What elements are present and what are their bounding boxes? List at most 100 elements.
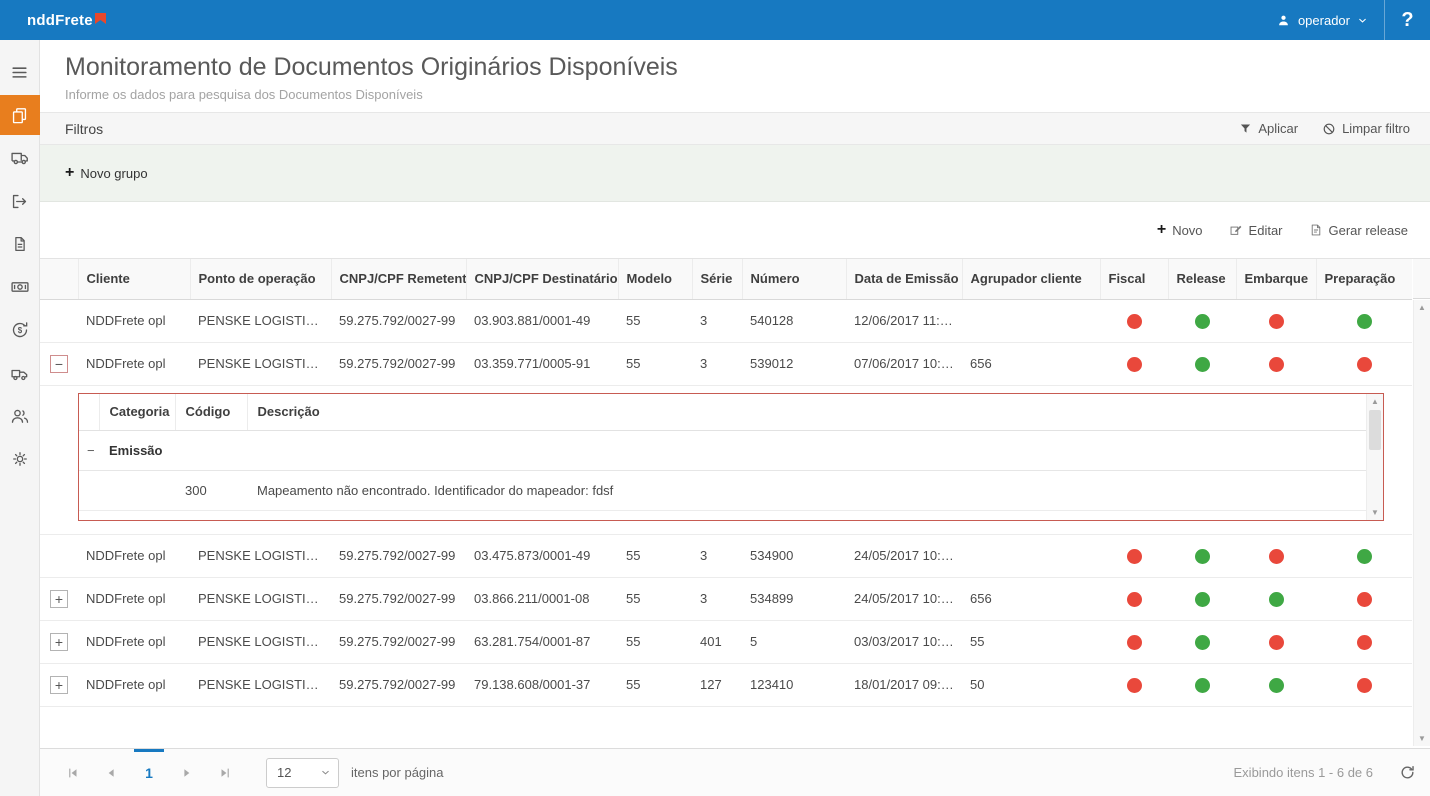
clear-filter-button[interactable]: Limpar filtro: [1322, 121, 1410, 136]
pager-last-button[interactable]: [206, 749, 244, 796]
cell-fiscal-status: [1100, 299, 1168, 342]
expand-cell: +: [40, 620, 78, 663]
col-header-cnpj-cpf-remetente[interactable]: CNPJ/CPF Remetente: [331, 259, 466, 299]
cell-data-de-emissao: 12/06/2017 11:19: [846, 299, 962, 342]
sidebar-item-file[interactable]: [0, 224, 40, 264]
col-header-release[interactable]: Release: [1168, 259, 1236, 299]
detail-cell-codigo: 300: [175, 471, 247, 511]
col-header-serie[interactable]: Série: [692, 259, 742, 299]
plus-icon: +: [1157, 222, 1166, 238]
cell-preparacao-status: [1316, 299, 1412, 342]
cell-cliente: NDDFrete opl: [78, 342, 190, 385]
cell-release-status: [1168, 342, 1236, 385]
sidebar-menu-toggle[interactable]: [0, 52, 40, 92]
col-header-cnpj-cpf-destinatario[interactable]: CNPJ/CPF Destinatário: [466, 259, 618, 299]
cell-agrupador-cliente: 656: [962, 342, 1100, 385]
refresh-button[interactable]: [1399, 764, 1416, 781]
table-row[interactable]: +NDDFrete oplPENSKE LOGISTICS CAJ...59.2…: [40, 663, 1412, 706]
col-header-preparacao[interactable]: Preparação: [1316, 259, 1412, 299]
collapse-row-button[interactable]: −: [50, 355, 68, 373]
sidebar-item-users[interactable]: [0, 396, 40, 436]
detail-col-categoria[interactable]: Categoria: [99, 394, 175, 431]
col-header-cliente[interactable]: Cliente: [78, 259, 190, 299]
page-subtitle: Informe os dados para pesquisa dos Docum…: [65, 87, 1406, 102]
col-header-fiscal[interactable]: Fiscal: [1100, 259, 1168, 299]
table-row[interactable]: +NDDFrete oplPENSKE LOGISTICS CAJ...59.2…: [40, 620, 1412, 663]
pager-prev-button[interactable]: [92, 749, 130, 796]
apply-filter-button[interactable]: Aplicar: [1239, 121, 1298, 136]
refresh-icon: [1399, 764, 1416, 781]
detail-scrollbar-thumb[interactable]: [1369, 410, 1381, 450]
embarque-red-status-dot: [1269, 635, 1284, 650]
cell-fiscal-status: [1100, 663, 1168, 706]
detail-col-descricao[interactable]: Descrição: [247, 394, 1366, 431]
scroll-down-icon[interactable]: ▼: [1367, 508, 1383, 517]
cell-cnpj-cpf-destinatario: 03.359.771/0005-91: [466, 342, 618, 385]
cell-release-status: [1168, 534, 1236, 577]
pager-first-button[interactable]: [54, 749, 92, 796]
generate-release-button[interactable]: Gerar release: [1309, 223, 1408, 238]
cell-cliente: NDDFrete opl: [78, 299, 190, 342]
sidebar-item-currency-cycle[interactable]: $: [0, 310, 40, 350]
scroll-up-icon[interactable]: ▲: [1367, 397, 1383, 406]
cell-modelo: 55: [618, 663, 692, 706]
user-menu-label: operador: [1298, 13, 1350, 28]
edit-button[interactable]: Editar: [1229, 223, 1283, 238]
grid-vertical-scrollbar[interactable]: ▲ ▼: [1413, 300, 1430, 746]
expand-cell: +: [40, 663, 78, 706]
cell-preparacao-status: [1316, 620, 1412, 663]
table-row[interactable]: +NDDFrete oplPENSKE LOGISTICS CAJ...59.2…: [40, 577, 1412, 620]
release-green-status-dot: [1195, 592, 1210, 607]
col-header-ponto-de-operacao[interactable]: Ponto de operação: [190, 259, 331, 299]
cell-serie: 3: [692, 342, 742, 385]
collapse-group-button[interactable]: −: [87, 443, 101, 458]
fiscal-red-status-dot: [1127, 592, 1142, 607]
table-row[interactable]: NDDFrete oplPENSKE LOGISTICS CAJ...59.27…: [40, 299, 1412, 342]
col-header-embarque[interactable]: Embarque: [1236, 259, 1316, 299]
detail-col-codigo[interactable]: Código: [175, 394, 247, 431]
main-content: Monitoramento de Documentos Originários …: [40, 40, 1430, 796]
cell-cnpj-cpf-remetente: 59.275.792/0027-99: [331, 299, 466, 342]
cell-agrupador-cliente: [962, 534, 1100, 577]
detail-vertical-scrollbar[interactable]: ▲ ▼: [1366, 394, 1383, 520]
help-button[interactable]: ?: [1384, 0, 1430, 40]
pager-page-1[interactable]: 1: [130, 749, 168, 796]
logo-flag-icon: [95, 13, 106, 24]
page-size-dropdown[interactable]: 12: [266, 758, 339, 788]
cell-cliente: NDDFrete opl: [78, 620, 190, 663]
sidebar-item-exit[interactable]: [0, 181, 40, 221]
sidebar-item-cargo-truck[interactable]: [0, 353, 40, 393]
fiscal-red-status-dot: [1127, 678, 1142, 693]
cell-fiscal-status: [1100, 577, 1168, 620]
col-header-modelo[interactable]: Modelo: [618, 259, 692, 299]
sidebar-item-truck[interactable]: [0, 138, 40, 178]
sidebar-item-settings[interactable]: [0, 439, 40, 479]
scroll-up-icon[interactable]: ▲: [1414, 303, 1430, 312]
expand-row-button[interactable]: +: [50, 590, 68, 608]
col-header-data-de-emissao[interactable]: Data de Emissão↓: [846, 259, 962, 299]
sidebar-item-banknote[interactable]: [0, 267, 40, 307]
expand-row-button[interactable]: +: [50, 676, 68, 694]
col-header-agrupador-cliente[interactable]: Agrupador cliente: [962, 259, 1100, 299]
detail-data-row[interactable]: 300 Mapeamento não encontrado. Identific…: [79, 471, 1366, 511]
expand-row-button[interactable]: +: [50, 633, 68, 651]
table-row[interactable]: −NDDFrete oplPENSKE LOGISTICS CAJ...59.2…: [40, 342, 1412, 385]
pager-next-button[interactable]: [168, 749, 206, 796]
clear-filter-label: Limpar filtro: [1342, 121, 1410, 136]
table-row[interactable]: NDDFrete oplPENSKE LOGISTICS CAJ...59.27…: [40, 534, 1412, 577]
new-group-button[interactable]: + Novo grupo: [65, 165, 148, 181]
new-button[interactable]: + Novo: [1157, 222, 1203, 238]
preparacao-red-status-dot: [1357, 357, 1372, 372]
sidebar-item-documents[interactable]: [0, 95, 40, 135]
cell-cnpj-cpf-remetente: 59.275.792/0027-99: [331, 534, 466, 577]
app-window: nddFrete operador ?: [0, 0, 1430, 796]
row-detail-panel: Categoria Código Descrição −Emissão 300 …: [78, 393, 1384, 521]
cell-cnpj-cpf-destinatario: 03.903.881/0001-49: [466, 299, 618, 342]
user-menu[interactable]: operador: [1260, 0, 1384, 40]
file-icon: [11, 235, 29, 253]
cell-agrupador-cliente: 656: [962, 577, 1100, 620]
embarque-red-status-dot: [1269, 357, 1284, 372]
col-header-numero[interactable]: Número: [742, 259, 846, 299]
cell-numero: 123410: [742, 663, 846, 706]
scroll-down-icon[interactable]: ▼: [1414, 734, 1430, 743]
